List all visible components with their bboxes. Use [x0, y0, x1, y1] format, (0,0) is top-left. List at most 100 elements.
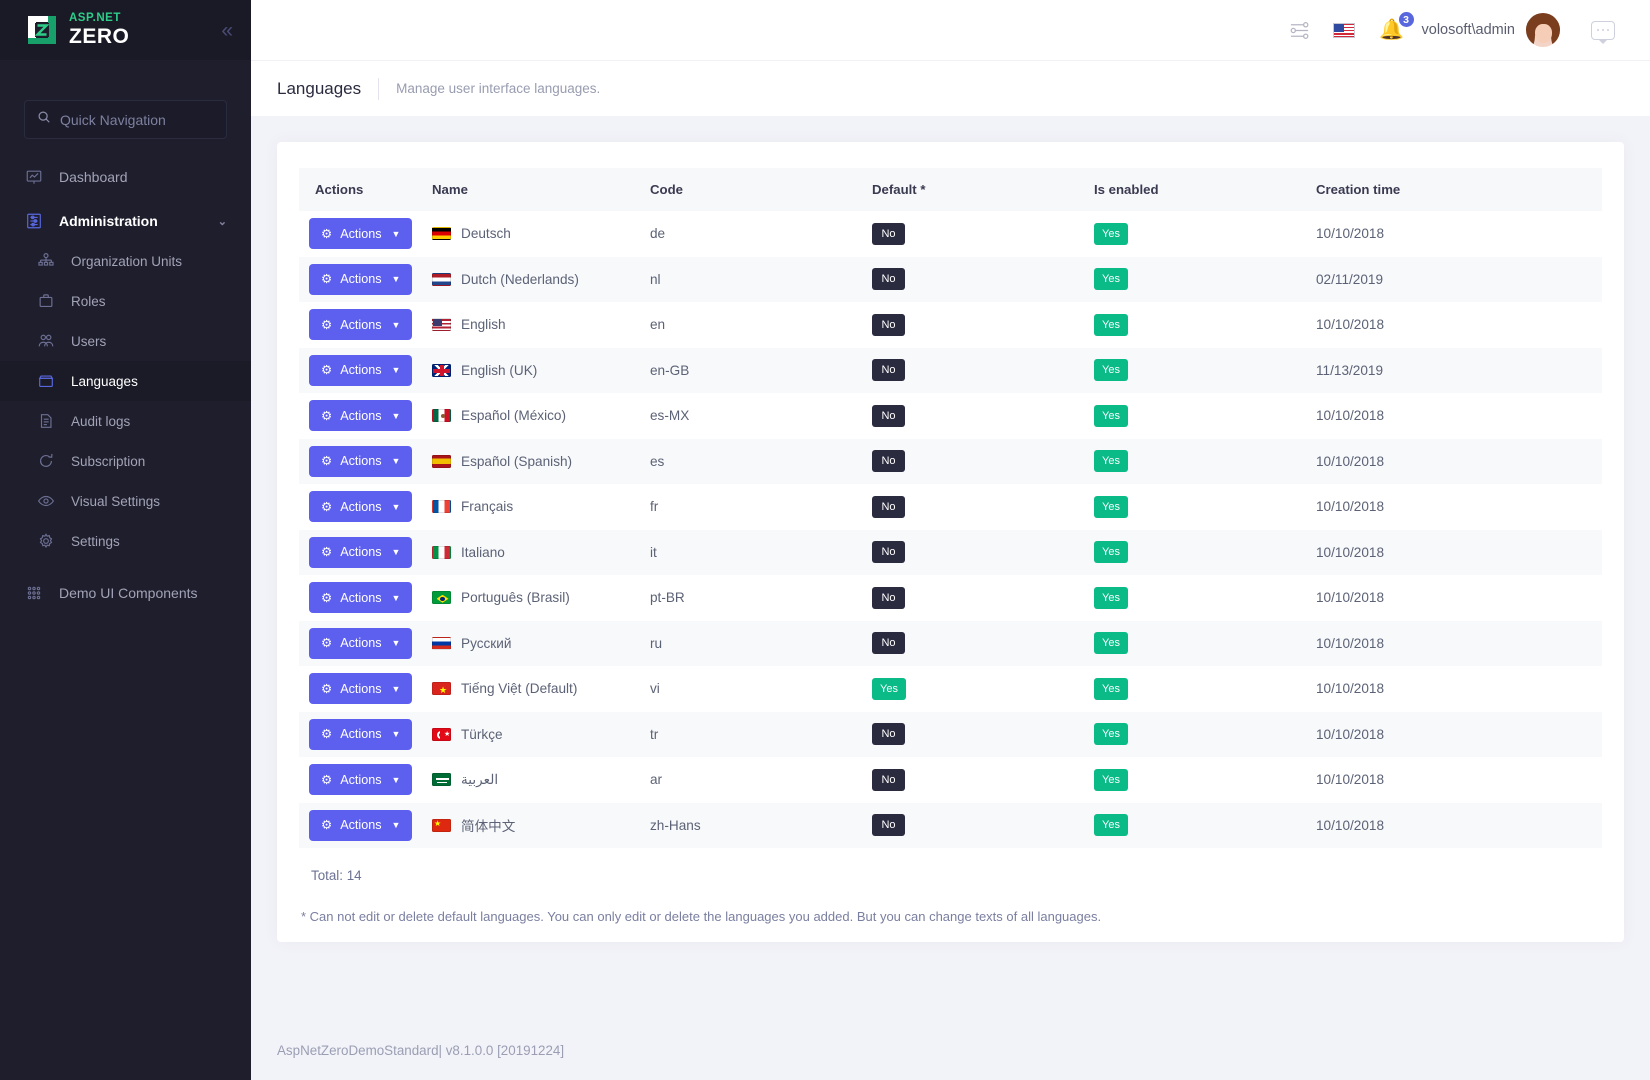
flag-icon-it [432, 546, 451, 559]
cell-code: ar [650, 757, 872, 803]
cell-name: ★Tiếng Việt (Default) [432, 666, 650, 712]
gear-icon: ⚙ [321, 455, 332, 468]
th-code: Code [650, 168, 872, 211]
is-enabled-badge: Yes [1094, 450, 1128, 472]
menu-spacer [0, 561, 251, 573]
sidebar-item-users[interactable]: Users [0, 321, 251, 361]
actions-button[interactable]: ⚙Actions▼ [309, 810, 412, 841]
us-flag-icon[interactable] [1322, 8, 1366, 52]
total-count: Total: 14 [299, 868, 1602, 883]
notification-count-badge: 3 [1397, 10, 1416, 29]
administration-icon [24, 211, 44, 231]
cell-code: fr [650, 484, 872, 530]
actions-button[interactable]: ⚙Actions▼ [309, 582, 412, 613]
sidebar-item-label: Users [71, 334, 227, 349]
cell-code: zh-Hans [650, 803, 872, 849]
table-row: ⚙Actions▼العربيةarNoYes10/10/2018 [299, 757, 1602, 803]
sidebar-item-subscription[interactable]: Subscription [0, 441, 251, 481]
cell-actions: ⚙Actions▼ [299, 757, 432, 803]
sidebar-item-administration[interactable]: Administration ⌄ [0, 201, 251, 241]
sidebar-item-languages[interactable]: Languages [0, 361, 251, 401]
sidebar-item-label: Audit logs [71, 414, 227, 429]
quick-navigation-input[interactable] [60, 112, 214, 128]
default-badge: No [872, 587, 905, 609]
sidebar-item-label: Demo UI Components [59, 585, 227, 601]
cell-is-enabled: Yes [1094, 575, 1316, 621]
cell-actions: ⚙Actions▼ [299, 803, 432, 849]
gear-icon: ⚙ [321, 637, 332, 650]
cell-name: Italiano [432, 530, 650, 576]
actions-button[interactable]: ⚙Actions▼ [309, 537, 412, 568]
app-root: ASP.NET ZERO « Dashboard [0, 0, 1650, 1080]
language-name-label: Tiếng Việt (Default) [461, 681, 577, 696]
th-actions: Actions [299, 168, 432, 211]
cell-code: tr [650, 712, 872, 758]
actions-button[interactable]: ⚙Actions▼ [309, 218, 412, 249]
actions-button-label: Actions [340, 545, 381, 559]
cell-is-enabled: Yes [1094, 712, 1316, 758]
table-row: ⚙Actions▼★TürkçetrNoYes10/10/2018 [299, 712, 1602, 758]
notifications-bell-icon[interactable]: 🔔 3 [1366, 8, 1418, 52]
actions-button[interactable]: ⚙Actions▼ [309, 309, 412, 340]
sidebar-menu: Dashboard Administration ⌄ Organization … [0, 157, 251, 613]
flag-icon-gb [432, 364, 451, 377]
sidebar-item-dashboard[interactable]: Dashboard [0, 157, 251, 197]
cell-default: No [872, 393, 1094, 439]
quick-navigation-box[interactable] [24, 100, 227, 139]
language-code-label: fr [650, 499, 658, 514]
actions-button[interactable]: ⚙Actions▼ [309, 355, 412, 386]
is-enabled-badge: Yes [1094, 314, 1128, 336]
chevron-down-icon: ▼ [392, 456, 401, 466]
chat-icon[interactable] [1582, 8, 1624, 52]
default-badge: No [872, 814, 905, 836]
cell-is-enabled: Yes [1094, 803, 1316, 849]
avatar[interactable] [1526, 13, 1560, 47]
creation-time-label: 10/10/2018 [1316, 226, 1384, 241]
actions-button[interactable]: ⚙Actions▼ [309, 264, 412, 295]
cell-creation-time: 10/10/2018 [1316, 666, 1602, 712]
chevron-down-icon: ▼ [392, 502, 401, 512]
th-is-enabled: Is enabled [1094, 168, 1316, 211]
creation-time-label: 10/10/2018 [1316, 454, 1384, 469]
actions-button[interactable]: ⚙Actions▼ [309, 446, 412, 477]
actions-button-label: Actions [340, 272, 381, 286]
actions-button[interactable]: ⚙Actions▼ [309, 764, 412, 795]
creation-time-label: 10/10/2018 [1316, 545, 1384, 560]
cell-actions: ⚙Actions▼ [299, 712, 432, 758]
sidebar-item-roles[interactable]: Roles [0, 281, 251, 321]
roles-icon [36, 291, 56, 311]
actions-button[interactable]: ⚙Actions▼ [309, 400, 412, 431]
cell-code: es [650, 439, 872, 485]
cell-actions: ⚙Actions▼ [299, 621, 432, 667]
sidebar-item-organization-units[interactable]: Organization Units [0, 241, 251, 281]
chevron-down-icon[interactable]: ⌄ [218, 215, 227, 228]
actions-button[interactable]: ⚙Actions▼ [309, 673, 412, 704]
user-menu[interactable]: volosoft\admin [1418, 13, 1569, 47]
brand-logo-group[interactable]: ASP.NET ZERO [24, 12, 129, 48]
table-row: ⚙Actions▼FrançaisfrNoYes10/10/2018 [299, 484, 1602, 530]
sidebar-item-demo-ui-components[interactable]: Demo UI Components [0, 573, 251, 613]
actions-button[interactable]: ⚙Actions▼ [309, 628, 412, 659]
chevron-down-icon: ▼ [392, 411, 401, 421]
cell-code: it [650, 530, 872, 576]
cell-is-enabled: Yes [1094, 393, 1316, 439]
cell-is-enabled: Yes [1094, 621, 1316, 667]
footer: AspNetZeroDemoStandard| v8.1.0.0 [201912… [251, 1020, 1650, 1080]
cell-is-enabled: Yes [1094, 257, 1316, 303]
default-badge: No [872, 496, 905, 518]
sidebar-item-visual-settings[interactable]: Visual Settings [0, 481, 251, 521]
table-row: ⚙Actions▼English (UK)en-GBNoYes11/13/201… [299, 348, 1602, 394]
sliders-icon[interactable] [1278, 8, 1322, 52]
actions-button[interactable]: ⚙Actions▼ [309, 491, 412, 522]
language-name-label: Français [461, 499, 513, 514]
sidebar-item-audit-logs[interactable]: Audit logs [0, 401, 251, 441]
cell-code: nl [650, 257, 872, 303]
language-code-label: pt-BR [650, 590, 685, 605]
sidebar-collapse-icon[interactable]: « [221, 20, 233, 41]
cell-name: English [432, 302, 650, 348]
cell-name: Français [432, 484, 650, 530]
flag-icon-mx [432, 409, 451, 422]
actions-button-label: Actions [340, 318, 381, 332]
actions-button[interactable]: ⚙Actions▼ [309, 719, 412, 750]
sidebar-item-settings[interactable]: Settings [0, 521, 251, 561]
